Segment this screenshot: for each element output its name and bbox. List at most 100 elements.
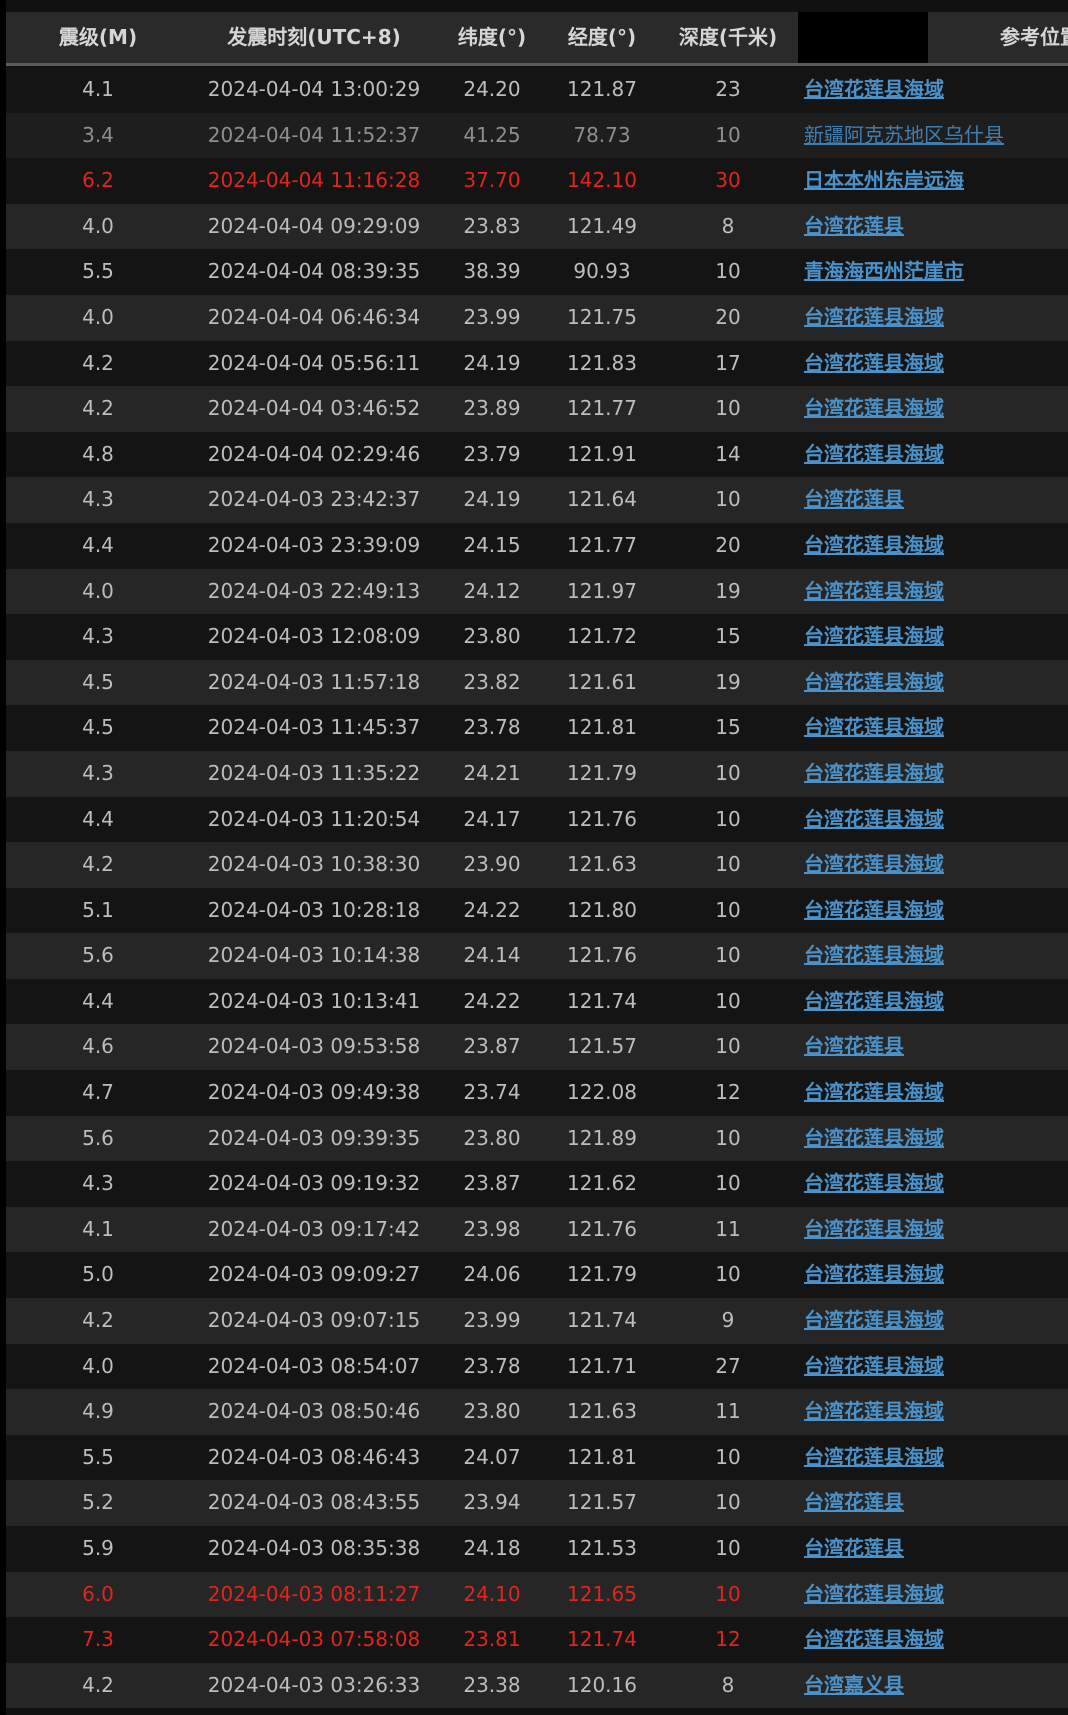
cell-magnitude: 4.6 <box>82 1034 114 1059</box>
cell-location: 台湾花莲县 <box>798 1526 1068 1572</box>
table-row: 4.2 2024-04-03 10:38:30 23.90 121.63 10 台湾花莲县… <box>6 842 1068 888</box>
location-link[interactable]: 台湾花莲县海域 <box>804 624 944 648</box>
cell-depth: 10 <box>715 1444 741 1469</box>
cell-time: 2024-04-03 11:35:22 <box>207 760 421 785</box>
location-link[interactable]: 台湾花莲县 <box>804 1490 904 1514</box>
location-link[interactable]: 台湾花莲县海域 <box>804 533 944 557</box>
cell-time: 2024-04-03 08:54:07 <box>207 1353 421 1378</box>
location-link[interactable]: 台湾花莲县海域 <box>804 442 944 466</box>
location-link[interactable]: 台湾花莲县海域 <box>804 989 944 1013</box>
cell-longitude: 90.93 <box>573 259 631 284</box>
table-row: 5.0 2024-04-03 09:09:27 24.06 121.79 10 台湾花莲县… <box>6 1252 1068 1299</box>
cell-longitude: 121.62 <box>567 1171 637 1196</box>
cell-location: 台湾花莲县海域 <box>798 1207 1068 1253</box>
header-location[interactable]: 参考位置 <box>928 12 1068 63</box>
location-link[interactable]: 台湾花莲县海域 <box>804 670 944 694</box>
location-link[interactable]: 台湾花莲县海域 <box>804 1627 944 1651</box>
header-depth[interactable]: 深度(千米) <box>658 12 798 63</box>
location-link[interactable]: 台湾花莲县海域 <box>804 1171 944 1195</box>
cell-depth: 10 <box>715 943 741 968</box>
location-link[interactable]: 台湾花莲县海域 <box>804 351 944 375</box>
cell-magnitude: 4.0 <box>82 1353 114 1378</box>
location-link[interactable]: 台湾花莲县海域 <box>804 1354 944 1378</box>
cell-magnitude: 4.2 <box>82 396 114 421</box>
cell-latitude: 23.99 <box>463 304 521 329</box>
cell-magnitude: 4.4 <box>82 988 114 1013</box>
location-link[interactable]: 台湾花莲县海域 <box>804 1126 944 1150</box>
cell-latitude: 23.38 <box>463 1672 521 1697</box>
location-link[interactable]: 台湾花莲县海域 <box>804 1399 944 1423</box>
location-link[interactable]: 台湾花莲县海域 <box>804 1582 944 1606</box>
cell-longitude: 121.97 <box>567 578 637 603</box>
location-link[interactable]: 青海海西州茫崖市 <box>804 259 964 283</box>
cell-longitude: 121.77 <box>567 532 637 557</box>
header-magnitude[interactable]: 震级(M) <box>6 12 190 63</box>
location-link[interactable]: 台湾花莲县海域 <box>804 852 944 876</box>
location-link[interactable]: 台湾花莲县 <box>804 1536 904 1560</box>
header-longitude[interactable]: 经度(°) <box>546 12 658 63</box>
cell-depth: 9 <box>721 1308 735 1333</box>
cell-magnitude: 4.3 <box>82 487 114 512</box>
header-latitude[interactable]: 纬度(°) <box>438 12 546 63</box>
cell-depth: 10 <box>715 396 741 421</box>
location-link[interactable]: 台湾花莲县海域 <box>804 898 944 922</box>
location-link[interactable]: 台湾花莲县 <box>804 214 904 238</box>
cell-time: 2024-04-03 08:35:38 <box>207 1536 421 1560</box>
header-time[interactable]: 发震时刻(UTC+8) <box>190 12 438 63</box>
location-link[interactable]: 台湾嘉义县 <box>804 1673 904 1697</box>
table-row: 4.2 2024-04-03 09:07:15 23.99 121.74 9 台湾花莲县海… <box>6 1298 1068 1344</box>
cell-location: 台湾花莲县海域 <box>798 1617 1068 1663</box>
location-link[interactable]: 新疆阿克苏地区乌什县 <box>804 123 1004 147</box>
cell-time: 2024-04-03 09:19:32 <box>207 1171 421 1196</box>
cell-time: 2024-04-03 11:20:54 <box>207 806 421 831</box>
cell-depth: 10 <box>715 806 741 831</box>
location-link[interactable]: 台湾花莲县海域 <box>804 77 944 101</box>
location-link[interactable]: 台湾花莲县海域 <box>804 305 944 329</box>
location-link[interactable]: 台湾花莲县海域 <box>804 1080 944 1104</box>
cell-longitude: 121.91 <box>567 441 637 466</box>
table-row: 3.4 2024-04-04 11:52:37 41.25 78.73 10 新疆阿克苏地… <box>6 112 1068 159</box>
cell-depth: 10 <box>715 760 741 785</box>
location-link[interactable]: 台湾花莲县海域 <box>804 579 944 603</box>
cell-latitude: 23.81 <box>463 1627 521 1652</box>
location-link[interactable]: 台湾花莲县海域 <box>804 396 944 420</box>
cell-time: 2024-04-03 08:50:46 <box>207 1399 421 1424</box>
cell-location: 台湾花莲县海域 <box>798 979 1068 1025</box>
cell-magnitude: 5.6 <box>82 943 114 968</box>
location-link[interactable]: 台湾花莲县海域 <box>804 761 944 785</box>
location-link[interactable]: 台湾花莲县 <box>804 487 904 511</box>
location-link[interactable]: 日本本州东岸远海 <box>804 168 964 192</box>
cell-location: 台湾花莲县海域 <box>798 1389 1068 1435</box>
cell-location: 台湾花莲县 <box>798 204 1068 250</box>
table-row: 5.1 2024-04-03 10:28:18 24.22 121.80 10 台湾花莲县… <box>6 887 1068 934</box>
location-link[interactable]: 台湾花莲县海域 <box>804 807 944 831</box>
cell-latitude: 23.82 <box>463 669 521 694</box>
table-row: 4.2 2024-04-03 03:26:33 23.38 120.16 8 台湾嘉义县 <box>6 1662 1068 1709</box>
cell-depth: 23 <box>715 77 741 101</box>
location-link[interactable]: 台湾花莲县海域 <box>804 1262 944 1286</box>
cell-time: 2024-04-03 23:39:09 <box>207 532 421 557</box>
location-link[interactable]: 台湾花莲县海域 <box>804 1445 944 1469</box>
location-link[interactable]: 台湾花莲县海域 <box>804 943 944 967</box>
cell-time: 2024-04-04 06:46:34 <box>207 304 421 329</box>
table-row: 5.9 2024-04-03 08:35:38 24.18 121.53 10 台湾花莲县 <box>6 1526 1068 1572</box>
cell-time: 2024-04-04 03:46:52 <box>207 396 421 421</box>
cell-depth: 10 <box>715 1490 741 1515</box>
location-link[interactable]: 台湾花莲县海域 <box>804 1217 944 1241</box>
table-row: 4.4 2024-04-03 23:39:09 24.15 121.77 20 台湾花莲县… <box>6 522 1068 569</box>
location-link[interactable]: 台湾花莲县海域 <box>804 1308 944 1332</box>
location-link[interactable]: 台湾花莲县海域 <box>804 715 944 739</box>
cell-latitude: 38.39 <box>463 259 521 284</box>
cell-depth: 19 <box>715 669 741 694</box>
cell-depth: 10 <box>715 897 741 922</box>
cell-location: 台湾花莲县海域 <box>798 705 1068 751</box>
cell-location: 台湾花莲县海域 <box>798 523 1068 569</box>
cell-time: 2024-04-03 08:11:27 <box>207 1581 421 1606</box>
cell-time: 2024-04-03 09:53:58 <box>207 1034 421 1059</box>
cell-location: 台湾花莲县海域 <box>798 1161 1068 1207</box>
cell-depth: 14 <box>715 441 741 466</box>
cell-latitude: 37.70 <box>463 168 521 193</box>
cell-time: 2024-04-03 07:58:08 <box>207 1627 421 1652</box>
location-link[interactable]: 台湾花莲县 <box>804 1034 904 1058</box>
cell-longitude: 121.65 <box>567 1581 637 1606</box>
